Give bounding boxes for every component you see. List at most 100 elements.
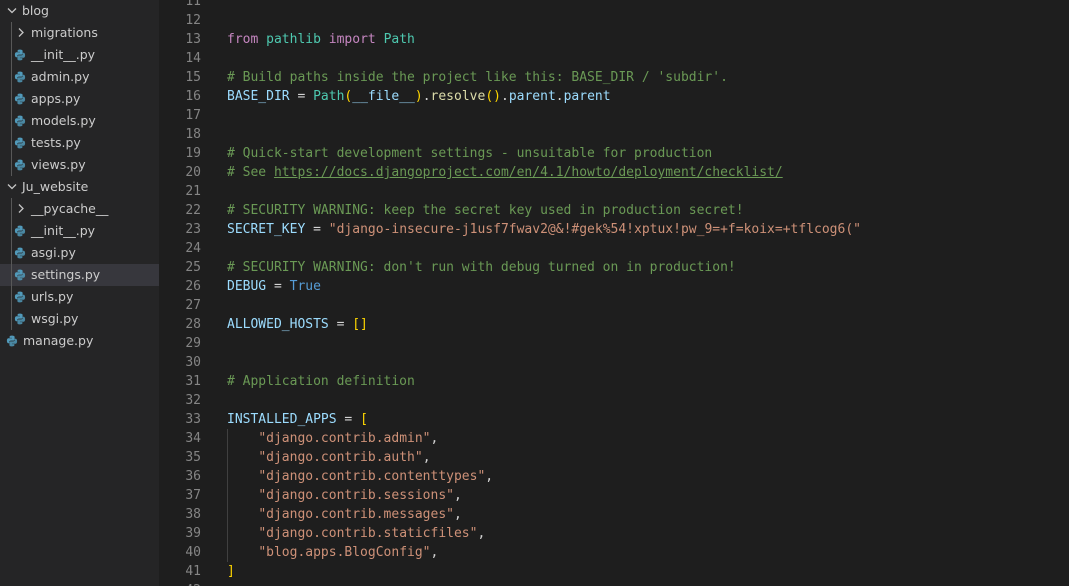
code-token: # SECURITY WARNING: don't run with debug… [227, 260, 736, 275]
code-token: . [422, 89, 431, 104]
code-text: "django.contrib.contenttypes", [227, 467, 493, 486]
line-number: 13 [185, 32, 201, 47]
chevron-right-icon[interactable] [15, 198, 27, 220]
code-line[interactable]: 11 [159, 0, 1069, 11]
line-number: 34 [185, 431, 201, 446]
explorer-item-pycache[interactable]: __pycache__ [0, 198, 159, 220]
code-line[interactable]: 29 [159, 334, 1069, 353]
explorer-item-models-py[interactable]: models.py [0, 110, 159, 132]
explorer-item-label: Ju_website [22, 179, 89, 194]
code-line[interactable]: 16 BASE_DIR = Path(__file__).resolve().pa… [159, 87, 1069, 106]
explorer-item-apps-py[interactable]: apps.py [0, 88, 159, 110]
code-text: ] [227, 562, 235, 581]
code-line[interactable]: 24 [159, 239, 1069, 258]
code-token: , [430, 545, 439, 560]
explorer-item-manage-py[interactable]: manage.py [0, 330, 159, 352]
code-lines: 11 12 13 from pathlib import Path 14 15 # Buil… [159, 0, 1069, 586]
explorer-item-label: models.py [31, 113, 96, 128]
explorer-item-label: __init__.py [31, 47, 96, 62]
code-line[interactable]: 40 "blog.apps.BlogConfig", [159, 543, 1069, 562]
explorer-item-urls-py[interactable]: urls.py [0, 286, 159, 308]
line-number: 15 [185, 70, 201, 85]
chevron-down-icon[interactable] [6, 176, 18, 198]
code-line[interactable]: 21 [159, 182, 1069, 201]
code-line[interactable]: 17 [159, 106, 1069, 125]
code-line[interactable]: 35 "django.contrib.auth", [159, 448, 1069, 467]
code-line[interactable]: 12 [159, 11, 1069, 30]
code-line[interactable]: 19 # Quick-start development settings - u… [159, 144, 1069, 163]
line-number: 41 [185, 564, 201, 579]
python-file-icon [14, 242, 26, 264]
code-token: () [485, 89, 501, 104]
explorer-item-asgi-py[interactable]: asgi.py [0, 242, 159, 264]
chevron-right-icon[interactable] [15, 22, 27, 44]
explorer-item-tests-py[interactable]: tests.py [0, 132, 159, 154]
explorer-item-views-py[interactable]: views.py [0, 154, 159, 176]
code-token: , [422, 450, 431, 465]
explorer-item-blog[interactable]: blog [0, 0, 159, 22]
line-number: 32 [185, 393, 201, 408]
code-line[interactable]: 41] [159, 562, 1069, 581]
code-token: ) [414, 89, 423, 104]
code-token: import [328, 32, 376, 47]
code-token: = [305, 222, 329, 237]
code-line[interactable]: 23 SECRET_KEY = "django-insecure-j1usf7fw… [159, 220, 1069, 239]
code-line[interactable]: 32 [159, 391, 1069, 410]
code-text: BASE_DIR = Path(__file__).resolve().pare… [227, 87, 611, 106]
code-line[interactable]: 34 "django.contrib.admin", [159, 429, 1069, 448]
code-token: = [289, 89, 314, 104]
chevron-down-icon[interactable] [6, 0, 18, 22]
code-token: , [485, 469, 494, 484]
code-text: "django.contrib.staticfiles", [227, 524, 485, 543]
code-token: "blog.apps.BlogConfig" [258, 545, 431, 560]
code-line[interactable]: 25 # SECURITY WARNING: don't run with deb… [159, 258, 1069, 277]
explorer-item-label: apps.py [31, 91, 81, 106]
code-token: Path [313, 89, 345, 104]
code-line[interactable]: 42 [159, 581, 1069, 586]
code-line[interactable]: 37 "django.contrib.sessions", [159, 486, 1069, 505]
code-token: ALLOWED_HOSTS [227, 317, 329, 332]
code-line[interactable]: 31 # Application definition [159, 372, 1069, 391]
code-token: parent [563, 89, 611, 104]
code-token: https://docs.djangoproject.com/en/4.1/ho… [273, 165, 783, 180]
code-line[interactable]: 15 # Build paths inside the project like … [159, 68, 1069, 87]
code-line[interactable]: 13 from pathlib import Path [159, 30, 1069, 49]
explorer-item-settings-py[interactable]: settings.py [0, 264, 159, 286]
code-token: , [430, 431, 439, 446]
code-line[interactable]: 39 "django.contrib.staticfiles", [159, 524, 1069, 543]
explorer-item-admin-py[interactable]: admin.py [0, 66, 159, 88]
line-number: 24 [185, 241, 201, 256]
code-line[interactable]: 20 # See https://docs.djangoproject.com/e… [159, 163, 1069, 182]
code-line[interactable]: 38 "django.contrib.messages", [159, 505, 1069, 524]
code-token: = [266, 279, 290, 294]
code-token: "django-insecure-j1usf7fwav2@&!#gek%54!x… [328, 222, 861, 237]
code-line[interactable]: 30 [159, 353, 1069, 372]
code-line[interactable]: 26 DEBUG = True [159, 277, 1069, 296]
explorer-item-migrations[interactable]: migrations [0, 22, 159, 44]
code-editor[interactable]: 11 12 13 from pathlib import Path 14 15 # Buil… [159, 0, 1069, 586]
python-file-icon [14, 264, 26, 286]
code-token: # Build paths inside the project like th… [227, 70, 728, 85]
code-line[interactable]: 33 INSTALLED_APPS = [ [159, 410, 1069, 429]
line-number: 22 [185, 203, 201, 218]
explorer-item-ju-website[interactable]: Ju_website [0, 176, 159, 198]
line-number: 19 [185, 146, 201, 161]
code-line[interactable]: 22 # SECURITY WARNING: keep the secret ke… [159, 201, 1069, 220]
code-line[interactable]: 14 [159, 49, 1069, 68]
code-line[interactable]: 28 ALLOWED_HOSTS = [] [159, 315, 1069, 334]
code-token: DEBUG [227, 279, 267, 294]
line-number: 31 [185, 374, 201, 389]
line-number: 16 [185, 89, 201, 104]
code-line[interactable]: 18 [159, 125, 1069, 144]
code-line[interactable]: 36 "django.contrib.contenttypes", [159, 467, 1069, 486]
explorer-item-label: __init__.py [31, 223, 96, 238]
code-text: "blog.apps.BlogConfig", [227, 543, 438, 562]
explorer-item-init-py[interactable]: __init__.py [0, 220, 159, 242]
explorer-item-wsgi-py[interactable]: wsgi.py [0, 308, 159, 330]
code-line[interactable]: 27 [159, 296, 1069, 315]
explorer-item-init-py[interactable]: __init__.py [0, 44, 159, 66]
